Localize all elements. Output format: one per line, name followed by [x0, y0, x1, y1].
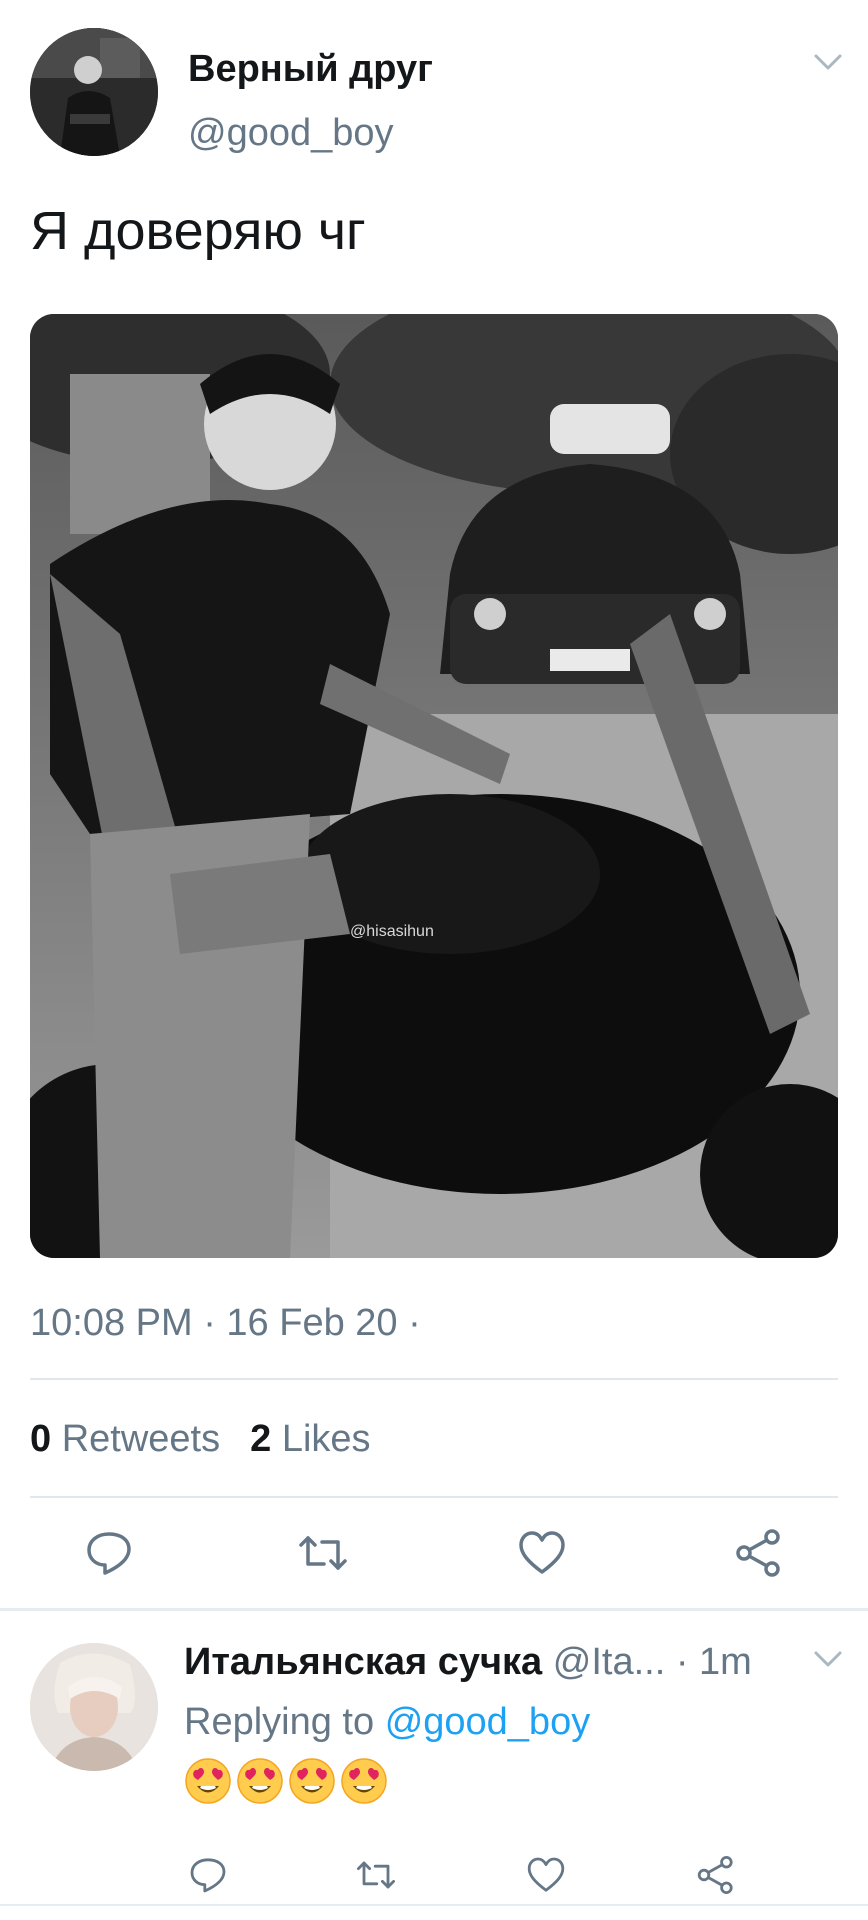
tweet-stats: 0 Retweets 2 Likes: [30, 1418, 371, 1461]
chevron-down-icon[interactable]: [812, 1647, 844, 1671]
likes-stat[interactable]: 2 Likes: [250, 1418, 370, 1461]
tweet-photo[interactable]: @hisasihun: [30, 314, 838, 1258]
retweets-label: Retweets: [61, 1418, 221, 1460]
retweets-count: 0: [30, 1418, 52, 1460]
divider: [0, 1904, 868, 1906]
author-avatar[interactable]: [30, 28, 158, 156]
reply-header: Итальянская сучка @Ita... · 1m: [184, 1641, 794, 1684]
heart-eyes-emoji: [340, 1757, 388, 1805]
share-icon[interactable]: [734, 1528, 784, 1578]
divider: [30, 1378, 838, 1380]
author-display-name[interactable]: Верный друг: [188, 48, 433, 91]
heart-eyes-emoji: [184, 1757, 232, 1805]
heart-eyes-emoji: [236, 1757, 284, 1805]
tweet-text: Я доверяю чг: [30, 201, 366, 261]
retweet-icon[interactable]: [356, 1855, 396, 1895]
retweets-stat[interactable]: 0 Retweets: [30, 1418, 220, 1461]
retweet-icon[interactable]: [298, 1528, 348, 1578]
tweet-timestamp[interactable]: 10:08 PM · 16 Feb 20 ·: [30, 1302, 421, 1345]
main-tweet: Верный друг @good_boy Я доверяю чг @hisa…: [0, 0, 868, 1608]
reply-handle[interactable]: @Ita...: [553, 1641, 666, 1683]
reply-icon[interactable]: [188, 1855, 228, 1895]
heart-eyes-emoji: [288, 1757, 336, 1805]
reply-time: · 1m: [675, 1641, 752, 1683]
like-icon[interactable]: [517, 1528, 567, 1578]
svg-text:@hisasihun: @hisasihun: [350, 923, 434, 940]
reply-tweet[interactable]: Итальянская сучка @Ita... · 1m Replying …: [0, 1611, 868, 1920]
reply-author-avatar[interactable]: [30, 1643, 158, 1771]
reply-emoji-row: [184, 1757, 392, 1807]
replying-to-label: Replying to: [184, 1701, 375, 1743]
like-icon[interactable]: [526, 1855, 566, 1895]
replying-to-link[interactable]: @good_boy: [385, 1701, 591, 1743]
reply-display-name[interactable]: Итальянская сучка: [184, 1641, 542, 1683]
replying-to: Replying to @good_boy: [184, 1701, 590, 1744]
likes-count: 2: [250, 1418, 272, 1460]
share-icon[interactable]: [696, 1855, 736, 1895]
chevron-down-icon[interactable]: [812, 50, 844, 74]
reply-icon[interactable]: [84, 1528, 134, 1578]
author-handle[interactable]: @good_boy: [188, 112, 394, 155]
likes-label: Likes: [281, 1418, 371, 1460]
divider: [30, 1496, 838, 1498]
